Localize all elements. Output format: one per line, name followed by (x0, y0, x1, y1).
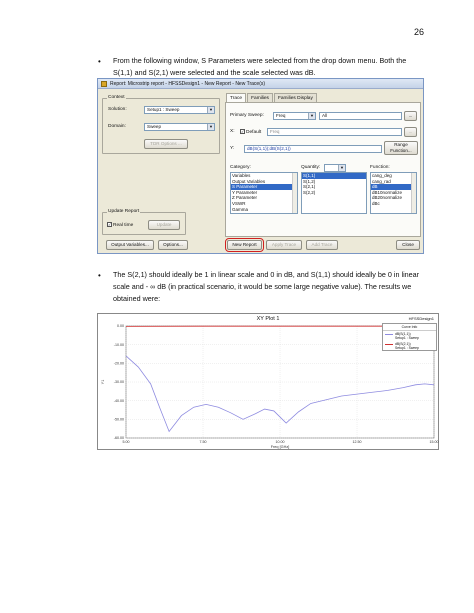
paragraph-bullet2: The S(2,1) should ideally be 1 in linear… (113, 269, 443, 305)
domain-select[interactable]: Sweep ▼ (144, 123, 215, 131)
category-scrollbar[interactable] (292, 173, 297, 213)
update-button[interactable]: Update (148, 220, 180, 230)
x-field[interactable]: Freq (267, 128, 402, 136)
quantity-label: Quantity: (301, 165, 321, 170)
check-icon[interactable]: ✓ (107, 222, 112, 227)
chevron-down-icon[interactable]: ▼ (308, 113, 315, 119)
legend-title: Curve Info (383, 324, 436, 331)
primary-sweep-label: Primary Sweep: (230, 113, 264, 118)
y-tick-label: -10.00 (114, 343, 124, 347)
function-label: Function: (370, 165, 390, 170)
trace-panel: Primary Sweep: Freq ▼ All ... X: ✓ Defaul… (225, 102, 421, 237)
x-label: X: (230, 129, 235, 134)
report-icon (101, 80, 107, 87)
domain-label: Domain: (108, 124, 126, 129)
tdr-options-button[interactable]: TDR Options ... (144, 139, 188, 149)
context-group-label: Context (107, 95, 126, 100)
update-report-label: Update Report (107, 209, 141, 214)
bullet2-line1: The S(2,1) should ideally be 1 in linear… (113, 270, 420, 279)
y-tick-label: -20.00 (114, 362, 124, 366)
dialog-title: Report: Microstrip report - HFSSDesign1 … (110, 80, 266, 87)
category-label: Category: (230, 165, 251, 170)
bullet-marker: • (98, 271, 101, 280)
y-tick-label: -60.00 (114, 436, 124, 440)
realtime-label: Real time (113, 222, 134, 228)
legend-entry: dB(S(2,1)) Setup1 : Sweep (383, 341, 436, 351)
category-list[interactable]: Variables Output Variables S Parameter Y… (230, 172, 298, 214)
range-function-button[interactable]: Range Function... (384, 141, 418, 155)
y-label: Y: (230, 146, 235, 151)
bullet2-line2: scale and - ∞ dB (in practical scenario,… (113, 282, 412, 291)
paragraph-bullet1: From the following window, S Parameters … (113, 55, 437, 79)
add-trace-button[interactable]: Add Trace (306, 240, 338, 250)
y-value: dB(S(1,1));dB(S(2,1)) (247, 146, 291, 151)
legend-swatch (385, 344, 393, 345)
chevron-down-icon[interactable]: ▼ (207, 124, 214, 130)
x-tick-label: 10.00 (276, 440, 285, 444)
bullet2-line3: obtained were: (113, 294, 161, 303)
list-item[interactable]: S(2,2) (302, 190, 366, 196)
legend-label: dB(S(1,1)) Setup1 : Sweep (395, 332, 419, 340)
x-tick-label: 5.00 (123, 440, 130, 444)
default-checkbox[interactable]: ✓ Default (240, 129, 261, 135)
function-scrollbar[interactable] (411, 173, 416, 213)
page-number: 26 (414, 27, 425, 37)
tab-families[interactable]: Families (247, 93, 273, 102)
new-report-button[interactable]: New Report (225, 238, 264, 252)
y-axis-label: Y1 (101, 380, 105, 385)
report-dialog: Report: Microstrip report - HFSSDesign1 … (97, 78, 424, 254)
y-tick-label: -30.00 (114, 380, 124, 384)
list-item[interactable]: Gamma (231, 207, 297, 213)
legend-label: dB(S(2,1)) Setup1 : Sweep (395, 342, 419, 350)
legend-items: dB(S(1,1)) Setup1 : Sweep dB(S(2,1)) Setup1… (383, 331, 436, 351)
function-list[interactable]: cang_deg cang_rad dB dB10normalize dB20n… (370, 172, 417, 214)
y-tick-label: 0.00 (117, 324, 124, 328)
chevron-down-icon[interactable]: ▼ (207, 107, 214, 113)
legend-series-setup: Setup1 : Sweep (395, 346, 419, 350)
solution-label: Solution: (108, 107, 127, 112)
bullet-marker: • (98, 57, 101, 66)
list-item[interactable]: dBc (371, 201, 416, 207)
solution-value: Setup1 : Sweep (147, 107, 180, 112)
tab-families-display[interactable]: Families Display (273, 93, 317, 102)
y-field[interactable]: dB(S(1,1));dB(S(2,1)) (244, 145, 382, 153)
quantity-filter-select[interactable]: ▼ (324, 164, 346, 172)
tab-trace[interactable]: Trace (226, 93, 247, 102)
close-button[interactable]: Close (396, 240, 420, 250)
default-label: Default (246, 129, 262, 135)
chevron-down-icon[interactable]: ▼ (338, 165, 345, 171)
x-tick-label: 7.50 (200, 440, 207, 444)
chart-legend: Curve Info dB(S(1,1)) Setup1 : Sweep dB(S(… (382, 323, 437, 351)
primary-sweep-value: Freq (276, 113, 286, 118)
sweep-ellipsis-button[interactable]: ... (404, 111, 417, 121)
sweep-all-field[interactable]: All (319, 112, 402, 120)
solution-select[interactable]: Setup1 : Sweep ▼ (144, 106, 215, 114)
output-variables-button[interactable]: Output Variables... (106, 240, 154, 250)
apply-trace-button[interactable]: Apply Trace (266, 240, 302, 250)
domain-value: Sweep (147, 124, 162, 129)
legend-swatch (385, 334, 393, 335)
bullet1-line1: From the following window, S Parameters … (113, 56, 407, 65)
options-button[interactable]: Options... (158, 240, 188, 250)
check-icon[interactable]: ✓ (240, 129, 245, 134)
quantity-list[interactable]: S(1,1) S(1,2) S(2,1) S(2,2) (301, 172, 367, 214)
y-tick-label: -50.00 (114, 418, 124, 422)
x-value: Freq (270, 129, 280, 134)
dialog-titlebar: Report: Microstrip report - HFSSDesign1 … (98, 79, 423, 89)
legend-entry: dB(S(1,1)) Setup1 : Sweep (383, 331, 436, 341)
x-tick-label: 15.00 (430, 440, 439, 444)
x-axis-label: Freq [GHz] (271, 445, 290, 449)
primary-sweep-select[interactable]: Freq ▼ (273, 112, 316, 120)
x-tick-label: 12.50 (353, 440, 362, 444)
x-ellipsis-button[interactable]: ... (404, 127, 417, 137)
y-tick-label: -40.00 (114, 399, 124, 403)
legend-series-setup: Setup1 : Sweep (395, 336, 419, 340)
sweep-all-value: All (322, 113, 328, 118)
realtime-checkbox[interactable]: ✓ Real time (107, 222, 133, 228)
trace-tabs: Trace Families Families Display (226, 93, 318, 102)
xy-plot: XY Plot 1 HFSSDesign1 5.00 7.50 10.00 12.50… (97, 313, 439, 450)
